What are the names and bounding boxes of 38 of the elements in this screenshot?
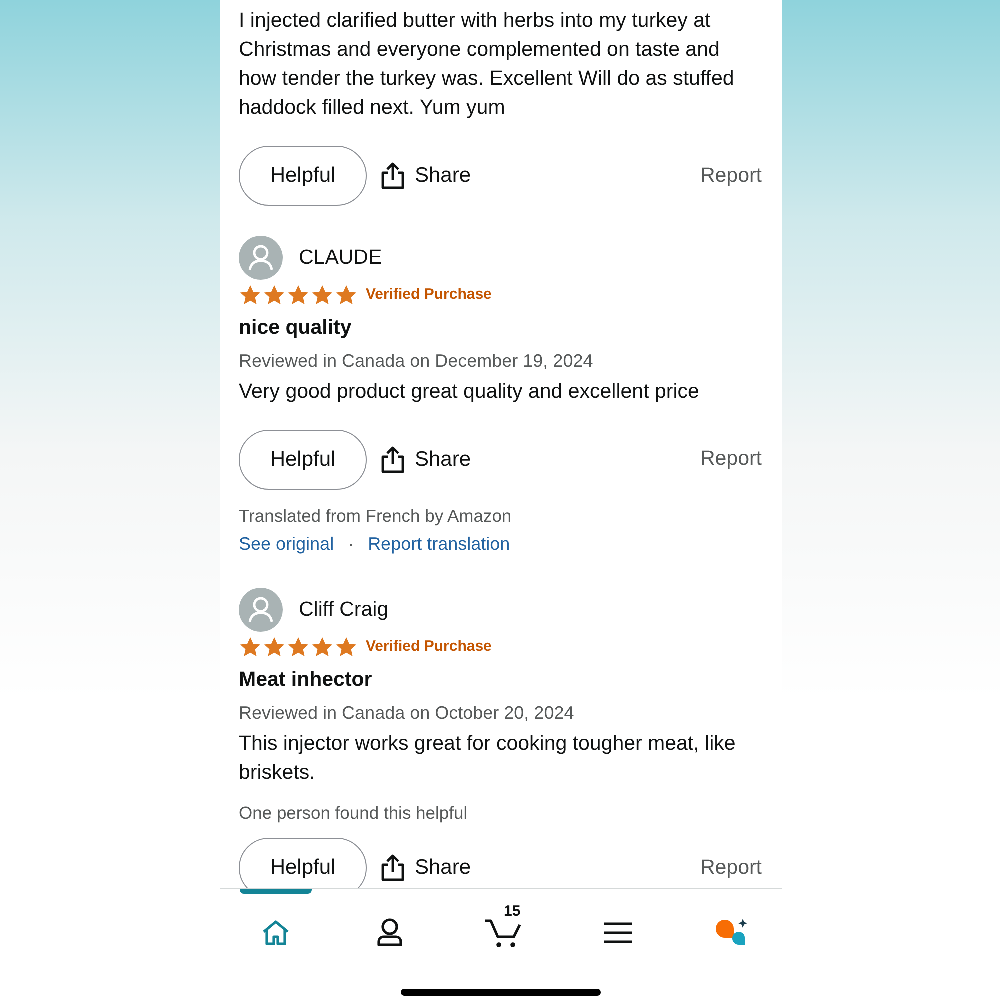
- cart-icon: [484, 917, 524, 949]
- share-icon: [381, 854, 405, 882]
- review-text: Very good product great quality and excellent price: [239, 378, 700, 405]
- report-link[interactable]: Report: [700, 852, 762, 884]
- verified-purchase-label: Verified Purchase: [366, 285, 492, 306]
- translation-note: Translated from French by Amazon: [239, 504, 513, 528]
- share-button[interactable]: Share: [381, 444, 472, 476]
- home-icon: [261, 919, 291, 947]
- review-text: This injector works great for cooking tougher meat, like briskets.: [239, 730, 737, 786]
- translation-link[interactable]: See original: [239, 531, 334, 558]
- review-title: Meat inhector: [239, 667, 374, 693]
- share-icon: [381, 162, 405, 190]
- nav-tab[interactable]: 15: [466, 889, 542, 963]
- review-text: I injected clarified butter with herbs into my turkey at Christmas and everyone complemented on taste and how tender the turkey was. Excellent Will do as stuffed haddock filled next. Yum yum: [239, 8, 736, 121]
- cart-count: 15: [504, 902, 521, 922]
- translation-link[interactable]: Report translation: [368, 531, 510, 558]
- review-date: Reviewed in Canada on October 20, 2024: [239, 702, 576, 725]
- report-link[interactable]: Report: [700, 444, 762, 476]
- helpful-count: One person found this helpful: [239, 802, 469, 825]
- share-icon: [381, 446, 405, 474]
- share-button[interactable]: Share: [381, 852, 472, 884]
- avatar-icon: [239, 236, 283, 280]
- report-link[interactable]: Report: [700, 160, 762, 192]
- share-button[interactable]: Share: [381, 160, 472, 192]
- helpful-button[interactable]: Helpful: [239, 146, 367, 206]
- verified-purchase-label: Verified Purchase: [366, 637, 492, 658]
- reviewer-name: CLAUDE: [299, 244, 382, 271]
- separator-dot: ·: [348, 533, 354, 556]
- account-icon: [376, 918, 404, 948]
- assistant-icon: [715, 918, 749, 948]
- review-date: Reviewed in Canada on December 19, 2024: [239, 350, 594, 373]
- helpful-button[interactable]: Helpful: [239, 430, 367, 490]
- helpful-button[interactable]: Helpful: [239, 838, 367, 888]
- selected-indicator: [240, 889, 312, 894]
- review-title: nice quality: [239, 315, 353, 341]
- avatar-icon: [239, 588, 283, 632]
- reviewer-name: Cliff Craig: [299, 596, 389, 623]
- menu-icon: [604, 922, 632, 944]
